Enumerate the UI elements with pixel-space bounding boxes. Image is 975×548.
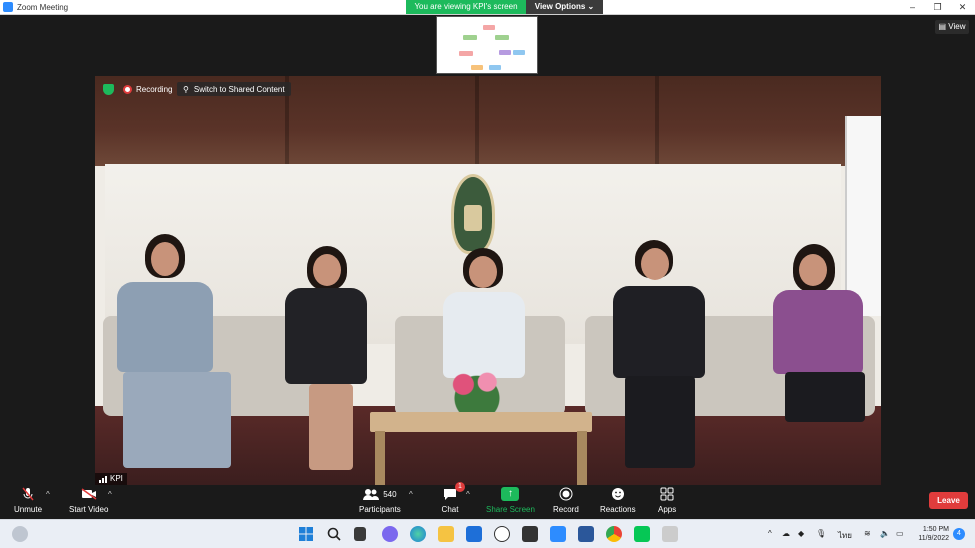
volume-icon[interactable]: 🔈	[880, 529, 890, 538]
share-screen-label: Share Screen	[486, 505, 535, 514]
windows-taskbar: ^ ☁ ◆ 🎙 ไทย ≋ 🔈 ▭ 1:50 PM 11/9/2022 4	[0, 519, 975, 548]
leave-button[interactable]: Leave	[929, 492, 968, 509]
weather-icon[interactable]	[12, 526, 28, 542]
participants-icon: 540	[360, 487, 400, 501]
view-button-label: View	[948, 22, 966, 31]
record-icon	[557, 487, 575, 501]
security-icon[interactable]: ◆	[798, 529, 804, 538]
battery-icon[interactable]: ▭	[896, 529, 904, 538]
chat-label: Chat	[441, 505, 459, 514]
thumb-block	[463, 35, 477, 40]
chat-caret[interactable]: ^	[466, 490, 470, 499]
thumb-block	[471, 65, 483, 70]
close-button[interactable]: ✕	[950, 0, 975, 15]
participant-name-tag: KPI	[95, 473, 127, 485]
video-options-caret[interactable]: ^	[108, 490, 112, 499]
table-leg	[577, 431, 587, 485]
notification-badge[interactable]: 4	[953, 528, 965, 540]
start-video-label: Start Video	[69, 505, 109, 514]
clock-time: 1:50 PM	[922, 526, 949, 533]
record-label: Record	[553, 505, 579, 514]
side-panel	[845, 116, 881, 316]
microphone-icon[interactable]: 🎙	[816, 529, 826, 538]
tray-overflow-caret[interactable]: ^	[768, 529, 772, 538]
thumb-block	[495, 35, 509, 40]
store-icon[interactable]	[522, 526, 538, 542]
shared-screen-thumbnail[interactable]	[436, 16, 538, 74]
participants-button[interactable]: 540 Participants	[359, 487, 401, 514]
start-icon[interactable]	[298, 526, 314, 542]
window-title: Zoom Meeting	[17, 2, 69, 12]
chat-icon: 1	[441, 482, 465, 501]
start-video-button[interactable]: Start Video	[69, 487, 108, 514]
participants-label: Participants	[359, 505, 401, 514]
participants-count: 540	[383, 489, 397, 499]
share-screen-button[interactable]: ↑ Share Screen	[486, 487, 535, 514]
cloud-icon[interactable]: ☁	[782, 529, 790, 538]
viewing-screen-banner: You are viewing KPI's screen	[406, 0, 526, 14]
video-off-icon	[80, 487, 98, 501]
window-controls: – ❐ ✕	[900, 0, 975, 15]
minimize-button[interactable]: –	[900, 0, 925, 15]
coffee-table	[370, 412, 592, 432]
grid-icon: ▤	[938, 22, 949, 31]
zoom-app-icon	[3, 2, 13, 12]
teams-chat-icon[interactable]	[382, 526, 398, 542]
zoom-taskbar-icon[interactable]	[550, 526, 566, 542]
thumb-block	[513, 50, 525, 55]
muted-mic-icon	[19, 487, 37, 501]
audio-options-caret[interactable]: ^	[46, 490, 50, 499]
share-screen-icon: ↑	[501, 487, 520, 501]
line-icon[interactable]	[634, 526, 650, 542]
thumb-block	[499, 50, 511, 55]
recording-label: Recording	[136, 84, 173, 94]
flower-arrangement	[443, 366, 511, 412]
chrome-icon[interactable]	[606, 526, 622, 542]
apps-icon	[658, 487, 676, 501]
signal-icon	[99, 475, 107, 483]
chat-button[interactable]: 1 Chat	[441, 482, 465, 514]
edge-icon[interactable]	[410, 526, 426, 542]
thumb-block	[459, 51, 473, 56]
thumb-block	[489, 65, 501, 70]
language-indicator[interactable]: ไทย	[838, 529, 852, 542]
switch-to-shared-content-button[interactable]: ⚲ Switch to Shared Content	[177, 82, 291, 96]
unmute-label: Unmute	[14, 505, 43, 514]
photos-icon[interactable]	[662, 526, 678, 542]
word-icon[interactable]	[578, 526, 594, 542]
reactions-button[interactable]: Reactions	[600, 487, 636, 514]
apps-button[interactable]: Apps	[658, 487, 676, 514]
emblem-logo	[451, 174, 495, 254]
recording-indicator[interactable]: Recording	[123, 82, 172, 96]
task-view-icon[interactable]	[354, 527, 366, 541]
switch-label: Switch to Shared Content	[193, 84, 285, 94]
clock-date: 11/9/2022	[918, 535, 949, 542]
table-leg	[375, 431, 385, 485]
view-button[interactable]: ▤ View	[935, 20, 969, 34]
encryption-badge[interactable]	[103, 82, 114, 96]
wifi-icon[interactable]: ≋	[864, 529, 871, 538]
unmute-button[interactable]: Unmute	[14, 487, 42, 514]
record-dot-icon	[123, 84, 132, 94]
reactions-label: Reactions	[600, 505, 636, 514]
smiley-icon	[609, 487, 627, 501]
shield-icon	[103, 83, 114, 95]
pin-icon: ⚲	[183, 84, 189, 94]
clock[interactable]: 1:50 PM 11/9/2022	[918, 525, 949, 543]
record-button[interactable]: Record	[553, 487, 579, 514]
restore-button[interactable]: ❐	[925, 0, 950, 15]
search-icon[interactable]	[326, 526, 342, 542]
view-options-button[interactable]: View Options ⌄	[526, 0, 603, 14]
participant-name: KPI	[110, 474, 123, 483]
mail-icon[interactable]	[466, 526, 482, 542]
thumb-block	[483, 25, 495, 30]
meeting-toolbar: Unmute ^ Start Video ^ 540 Participants …	[0, 482, 975, 519]
speaker-video: Recording ⚲ Switch to Shared Content	[95, 76, 881, 485]
apps-label: Apps	[658, 505, 677, 514]
dell-icon[interactable]	[494, 526, 510, 542]
participants-caret[interactable]: ^	[409, 490, 413, 499]
chat-badge: 1	[455, 482, 465, 492]
file-explorer-icon[interactable]	[438, 526, 454, 542]
